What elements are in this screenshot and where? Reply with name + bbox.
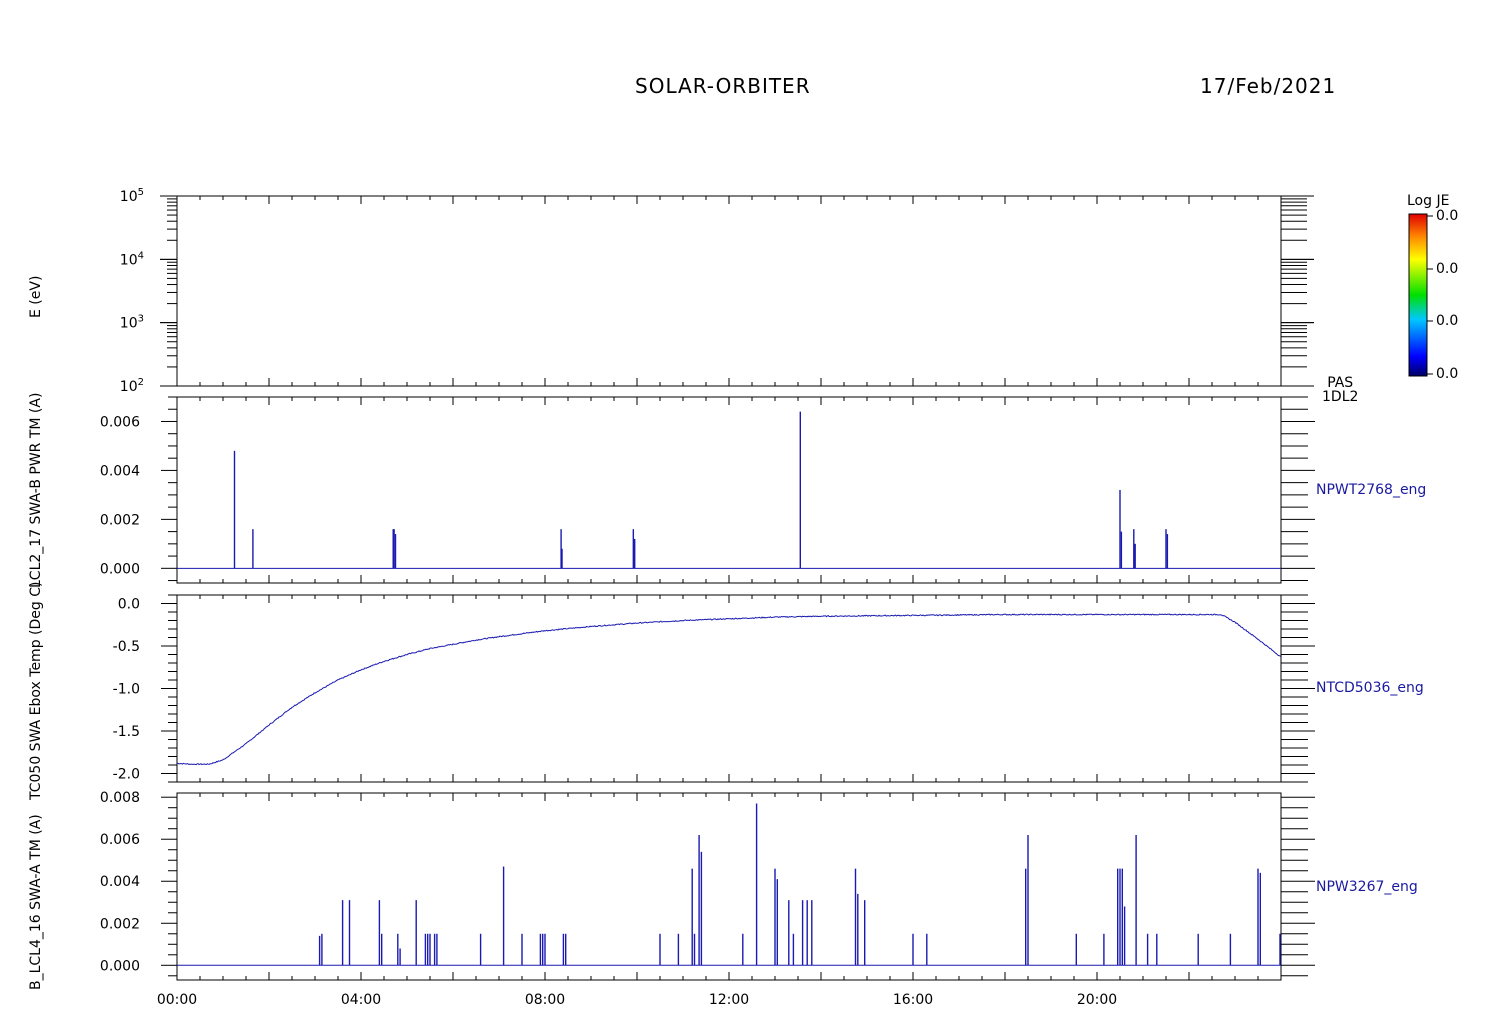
panel1-ylabel: E (eV) (28, 275, 44, 318)
x-tick-label: 08:00 (525, 992, 565, 1008)
y-tick-label: 0.002 (100, 512, 140, 528)
y-tick-label: 102 (120, 377, 144, 395)
y-tick-label: 104 (120, 250, 144, 268)
panel-frame (176, 195, 1282, 387)
colorbar-tick-label: 0.0 (1436, 208, 1459, 224)
y-tick-label: -1.0 (113, 682, 140, 698)
y-tick-label: -0.5 (113, 639, 140, 655)
panel-frame (176, 396, 1282, 584)
y-tick-label: 0.006 (100, 414, 140, 430)
y-tick-label: -2.0 (113, 767, 140, 783)
panel4-series-label: NPW3267_eng (1316, 879, 1418, 895)
x-tick-label: 04:00 (341, 992, 381, 1008)
panel3-ylabel: TC050 SWA Ebox Temp (Deg C) (28, 581, 44, 800)
y-tick-label: 105 (120, 187, 144, 205)
y-tick-label: 0.002 (100, 916, 140, 932)
x-tick-label: 12:00 (709, 992, 749, 1008)
colorbar-tick-label: 0.0 (1436, 261, 1459, 277)
y-tick-label: 0.000 (100, 561, 140, 577)
colorbar-tick-label: 0.0 (1436, 366, 1459, 382)
y-tick-label: 0.006 (100, 832, 140, 848)
y-tick-label: 0.004 (100, 874, 140, 890)
y-tick-label: 0.004 (100, 463, 140, 479)
colorbar-tick-label: 0.0 (1436, 313, 1459, 329)
panel2-ylabel: LCL2_17 SWA-B PWR TM (A) (28, 392, 44, 588)
temperature-line (177, 613, 1282, 766)
x-tick-label: 20:00 (1077, 992, 1117, 1008)
instrument-label-line1: PAS (1327, 375, 1354, 391)
panel4-ylabel: B_LCL4_16 SWA-A TM (A) (28, 814, 44, 990)
instrument-label-line2: 1DL2 (1322, 389, 1359, 405)
y-tick-label: -1.5 (113, 724, 140, 740)
panel-frame (176, 594, 1282, 783)
panel2-series-label: NPWT2768_eng (1316, 482, 1427, 498)
x-tick-label: 16:00 (893, 992, 933, 1008)
y-tick-label: 0.0 (118, 597, 140, 613)
instrument-label: PAS 1DL2 (1322, 376, 1358, 404)
x-tick-label: 00:00 (157, 992, 197, 1008)
panel3-series-label: NTCD5036_eng (1316, 680, 1424, 696)
y-tick-label: 103 (120, 314, 144, 332)
y-tick-label: 0.008 (100, 790, 140, 806)
y-tick-label: 0.000 (100, 958, 140, 974)
colorbar (1408, 213, 1428, 377)
plot-canvas: 102 103 104 105 0.000 0.002 0.004 0.006 -2.0 -1.5… (100, 187, 1433, 1008)
colorbar-title: Log JE (1407, 193, 1450, 209)
